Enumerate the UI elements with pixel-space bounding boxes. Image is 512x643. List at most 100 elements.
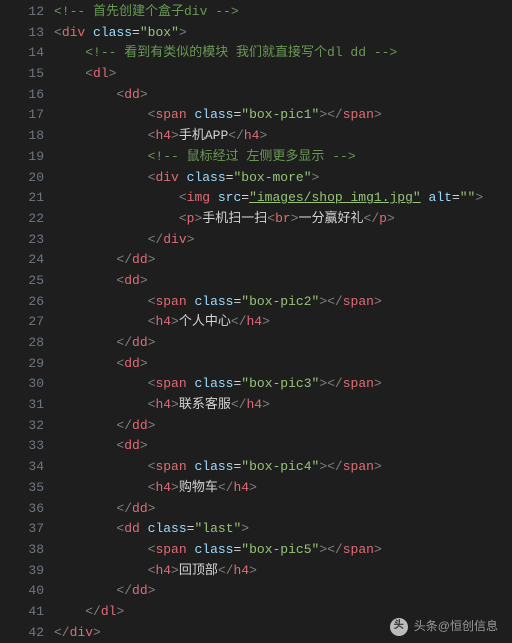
code-line[interactable]: <div class="box">	[54, 23, 512, 44]
token-at: class	[194, 294, 233, 309]
code-line[interactable]: <dd>	[54, 85, 512, 106]
token-el: h4	[155, 397, 171, 412]
token-tg: ></	[319, 107, 342, 122]
code-line[interactable]: <div class="box-more">	[54, 168, 512, 189]
line-number: 40	[0, 581, 44, 602]
token-at: class	[194, 107, 233, 122]
token-at: class	[194, 459, 233, 474]
token-tg: </	[116, 501, 132, 516]
token-tg: </	[231, 314, 247, 329]
token-el: dd	[124, 87, 140, 102]
token-tg: ></	[319, 542, 342, 557]
token-at: class	[93, 25, 132, 40]
token-tx	[54, 376, 148, 391]
token-el: h4	[155, 128, 171, 143]
token-tx	[85, 25, 93, 40]
token-at: alt	[429, 190, 452, 205]
token-tx	[54, 314, 148, 329]
token-tg: >	[171, 128, 179, 143]
token-st: "box"	[140, 25, 179, 40]
token-tx	[54, 107, 148, 122]
token-el: dd	[124, 273, 140, 288]
token-tx	[140, 521, 148, 536]
token-tg: >	[259, 128, 267, 143]
code-line[interactable]: </dd>	[54, 250, 512, 271]
line-number: 21	[0, 188, 44, 209]
code-line[interactable]: <dd>	[54, 354, 512, 375]
line-number: 42	[0, 623, 44, 643]
line-number: 27	[0, 312, 44, 333]
token-tg: >	[187, 232, 195, 247]
token-tx	[54, 66, 85, 81]
token-tg: >	[148, 501, 156, 516]
code-line[interactable]: <span class="box-pic4"></span>	[54, 457, 512, 478]
code-editor[interactable]: 1213141516171819202122232425262728293031…	[0, 0, 512, 643]
code-line[interactable]: <h4>购物车</h4>	[54, 478, 512, 499]
code-line[interactable]: </div>	[54, 230, 512, 251]
line-number: 24	[0, 250, 44, 271]
token-el: span	[343, 459, 374, 474]
code-line[interactable]: <span class="box-pic1"></span>	[54, 105, 512, 126]
token-tg: </	[116, 418, 132, 433]
token-tx: 回顶部	[179, 563, 218, 578]
line-number: 22	[0, 209, 44, 230]
line-number: 29	[0, 354, 44, 375]
token-tg: >	[374, 107, 382, 122]
token-tg: </	[231, 397, 247, 412]
code-line[interactable]: <span class="box-pic3"></span>	[54, 374, 512, 395]
token-tx	[54, 190, 179, 205]
code-line[interactable]: <h4>手机APP</h4>	[54, 126, 512, 147]
code-line[interactable]: <!-- 首先创建个盒子div -->	[54, 2, 512, 23]
token-tx	[54, 356, 116, 371]
code-line[interactable]: <dl>	[54, 64, 512, 85]
code-line[interactable]: <h4>回顶部</h4>	[54, 561, 512, 582]
code-line[interactable]: <img src="images/shop_img1.jpg" alt="">	[54, 188, 512, 209]
code-line[interactable]: <dd>	[54, 271, 512, 292]
token-cm: <!-- 鼠标经过 左侧更多显示 -->	[148, 149, 356, 164]
token-st: "box-pic2"	[241, 294, 319, 309]
line-number: 31	[0, 395, 44, 416]
code-area[interactable]: <!-- 首先创建个盒子div --><div class="box"> <!-…	[54, 0, 512, 643]
token-tg: >	[374, 542, 382, 557]
line-number: 23	[0, 230, 44, 251]
token-el: span	[343, 107, 374, 122]
token-tg: >	[148, 335, 156, 350]
code-line[interactable]: </dd>	[54, 581, 512, 602]
token-el: span	[155, 459, 186, 474]
token-el: br	[275, 211, 291, 226]
code-line[interactable]: </dd>	[54, 499, 512, 520]
token-el: dd	[132, 501, 148, 516]
code-line[interactable]: <!-- 看到有类似的模块 我们就直接写个dl dd -->	[54, 43, 512, 64]
token-tg: </	[116, 252, 132, 267]
token-tg: ></	[319, 376, 342, 391]
code-line[interactable]: <h4>个人中心</h4>	[54, 312, 512, 333]
token-el: h4	[155, 563, 171, 578]
code-line[interactable]: </dd>	[54, 333, 512, 354]
code-line[interactable]: <h4>联系客服</h4>	[54, 395, 512, 416]
code-line[interactable]: <p>手机扫一扫<br>一分赢好礼</p>	[54, 209, 512, 230]
token-el: dd	[132, 418, 148, 433]
token-el: h4	[244, 128, 260, 143]
line-number: 17	[0, 105, 44, 126]
token-at: src	[218, 190, 241, 205]
line-number: 32	[0, 416, 44, 437]
token-tg: >	[140, 356, 148, 371]
token-tg: </	[218, 563, 234, 578]
token-tg: >	[374, 294, 382, 309]
token-st: "box-pic4"	[241, 459, 319, 474]
code-line[interactable]: </dd>	[54, 416, 512, 437]
token-at: class	[194, 542, 233, 557]
code-line[interactable]: <!-- 鼠标经过 左侧更多显示 -->	[54, 147, 512, 168]
code-line[interactable]: <dd class="last">	[54, 519, 512, 540]
code-line[interactable]: <span class="box-pic2"></span>	[54, 292, 512, 313]
token-tg: >	[179, 25, 187, 40]
code-line[interactable]: <span class="box-pic5"></span>	[54, 540, 512, 561]
token-eq: =	[241, 190, 249, 205]
line-number: 34	[0, 457, 44, 478]
token-tx: 购物车	[179, 480, 218, 495]
line-number: 35	[0, 478, 44, 499]
code-line[interactable]: <dd>	[54, 436, 512, 457]
token-tg: >	[171, 480, 179, 495]
token-at: class	[187, 170, 226, 185]
token-tg: >	[116, 604, 124, 619]
